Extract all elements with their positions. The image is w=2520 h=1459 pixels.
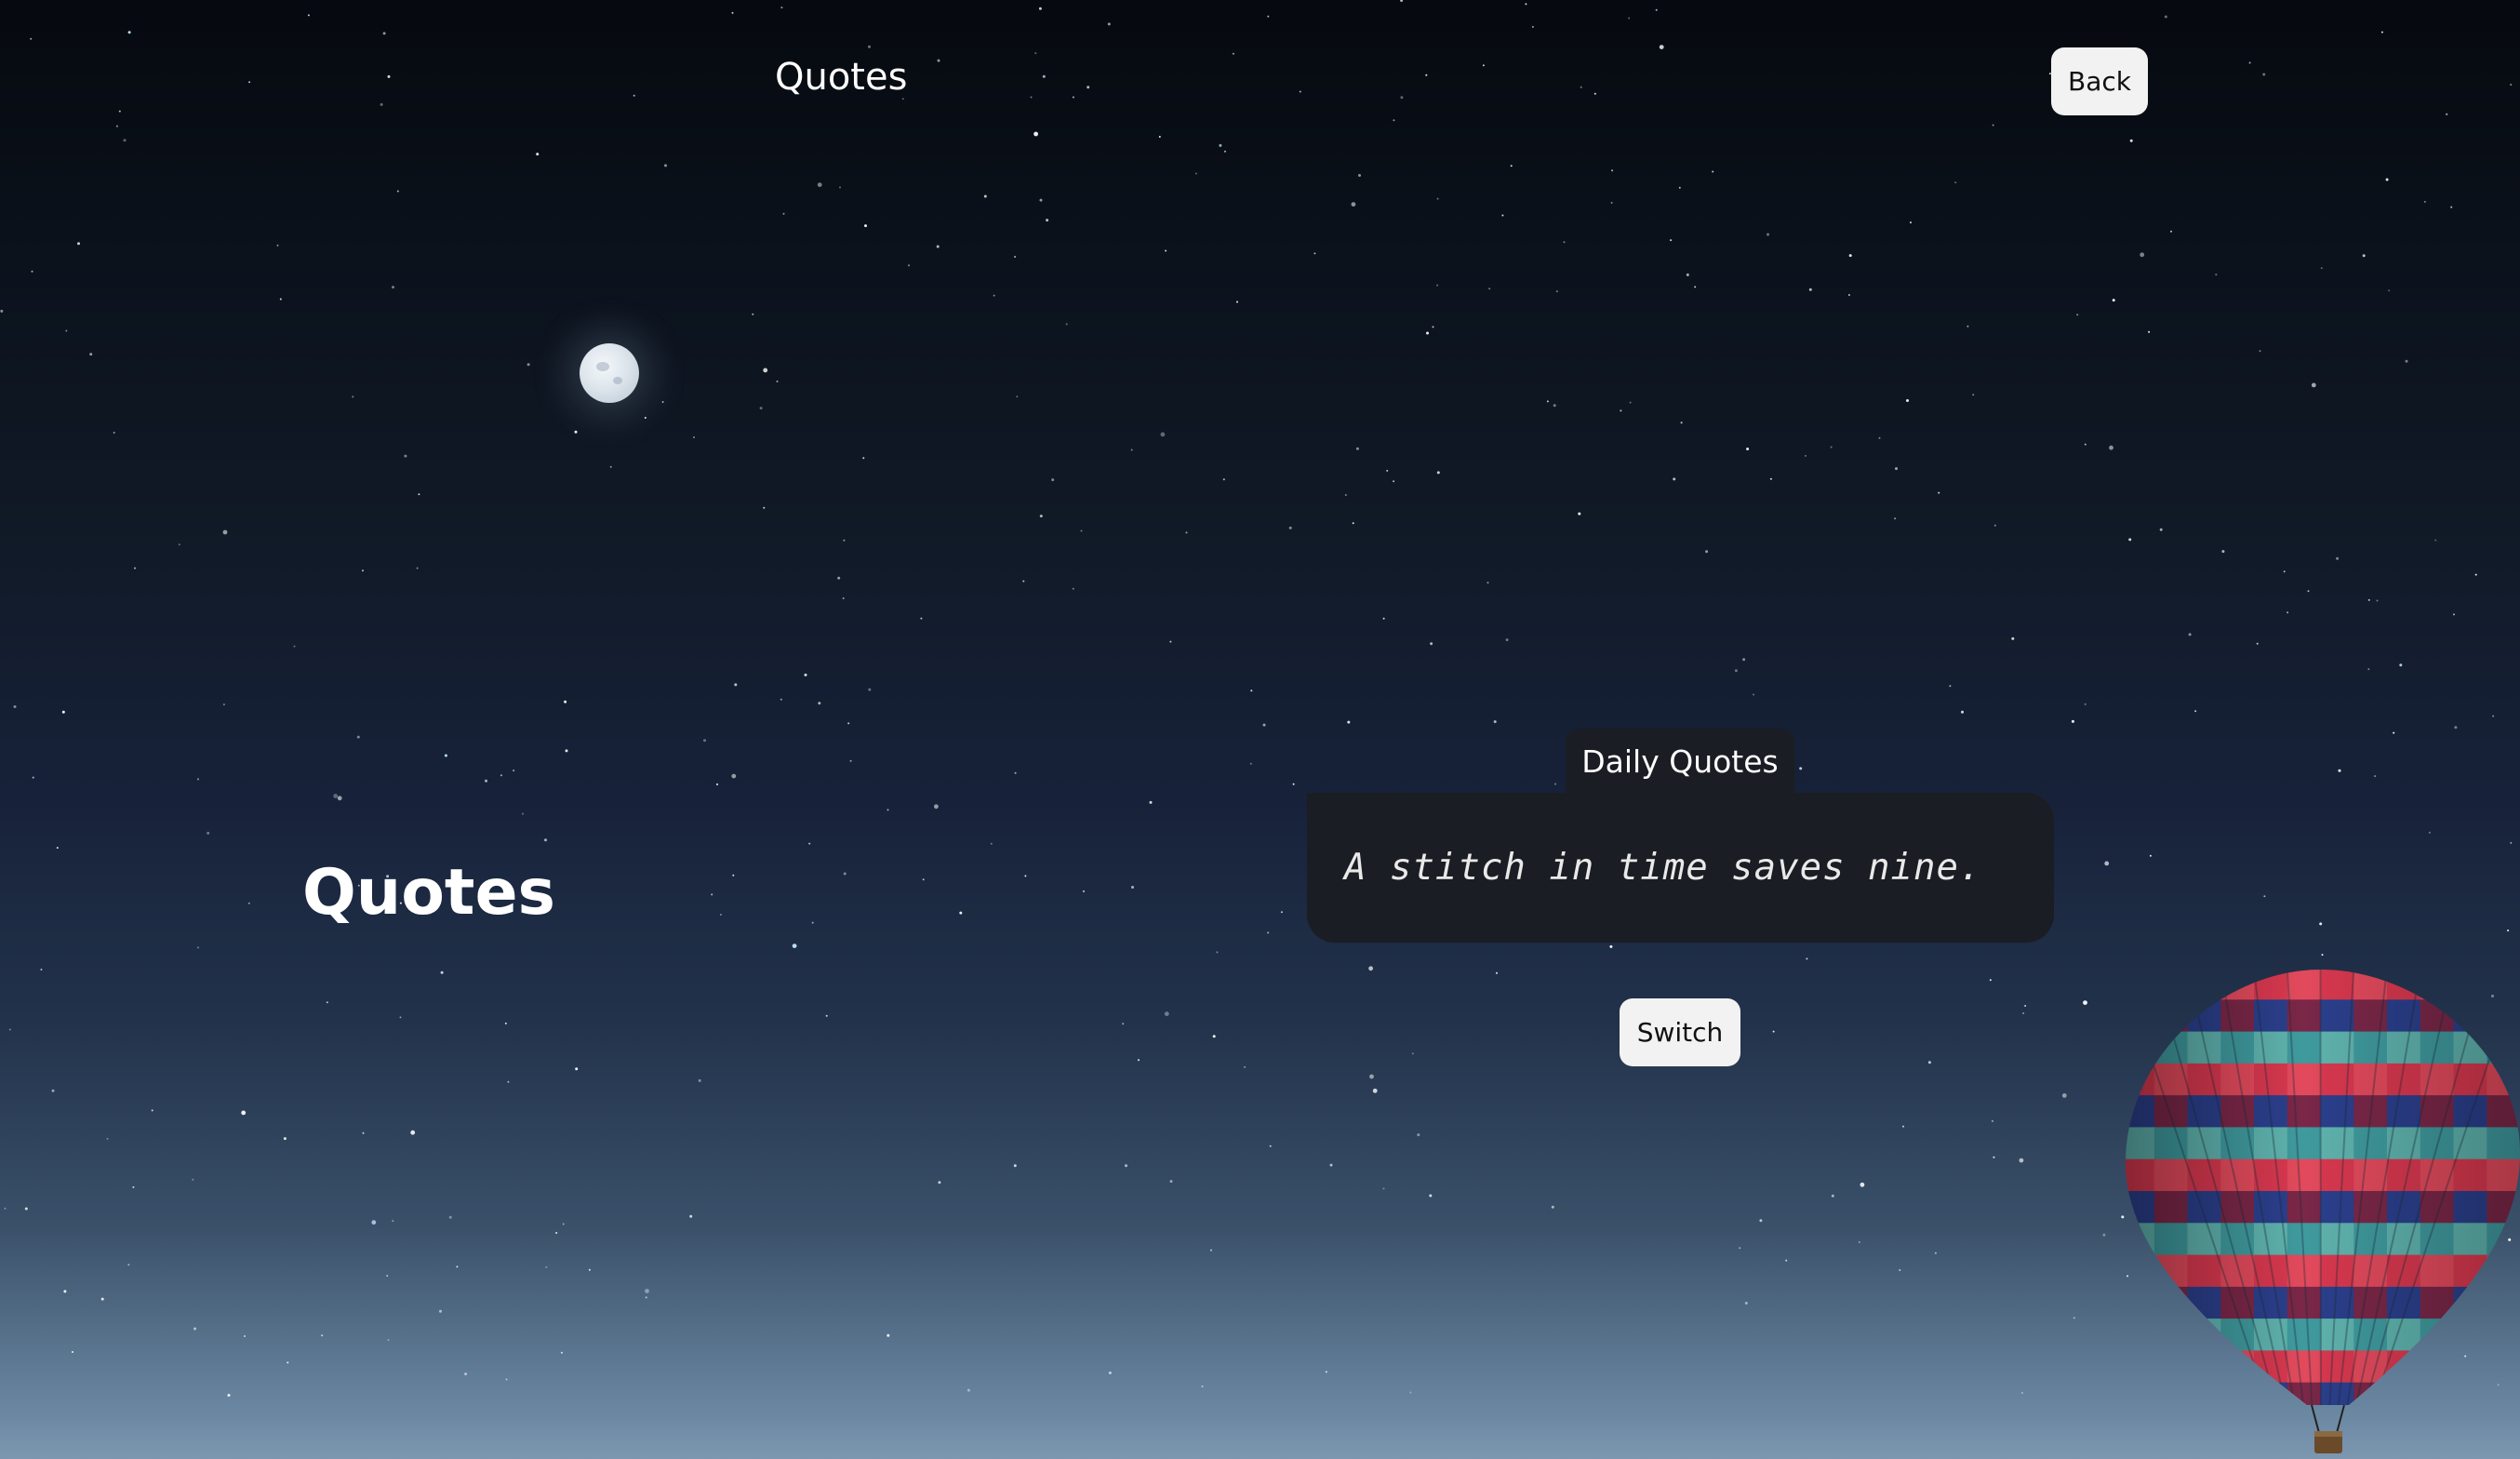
- daily-quotes-tab: Daily Quotes: [1566, 729, 1794, 794]
- back-button[interactable]: Back: [2051, 47, 2148, 115]
- quote-text: A stitch in time saves nine.: [1344, 847, 1982, 889]
- hot-air-balloon-image: [2126, 970, 2520, 1453]
- quote-card: A stitch in time saves nine.: [1307, 793, 2054, 943]
- page-title: Quotes: [302, 856, 556, 930]
- moon-image: [580, 343, 639, 403]
- header-title: Quotes: [775, 56, 908, 99]
- switch-button[interactable]: Switch: [1620, 998, 1740, 1066]
- page-background: Quotes Back Quotes Daily Quotes A stitch…: [0, 0, 2520, 1459]
